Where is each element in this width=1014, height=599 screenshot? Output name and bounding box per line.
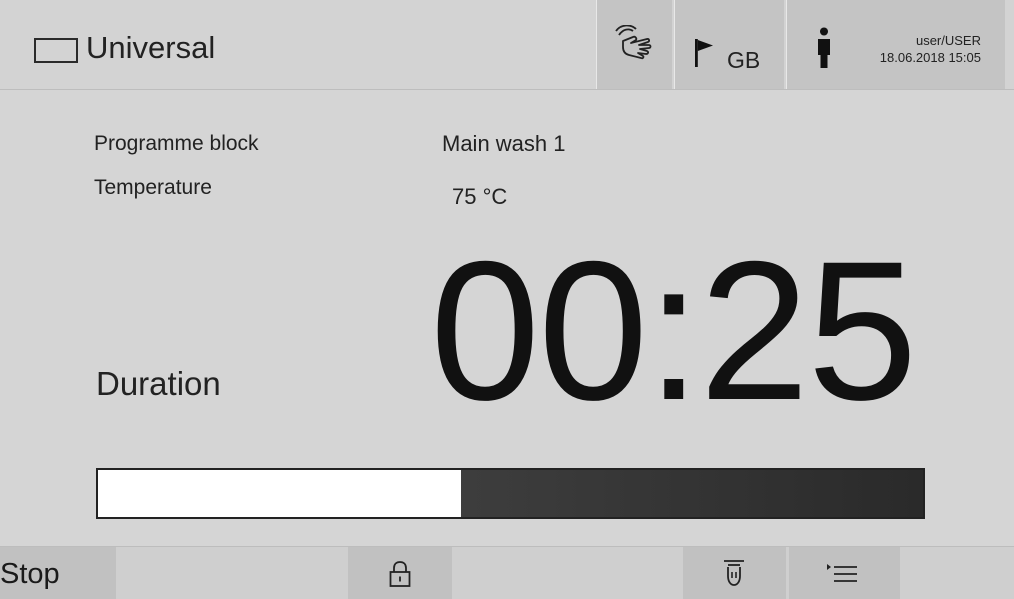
stop-button[interactable]: Stop <box>0 547 116 599</box>
programme-block-value: Main wash 1 <box>442 131 566 156</box>
duration-label: Duration <box>96 365 221 402</box>
menu-button[interactable] <box>789 547 900 599</box>
flag-icon <box>695 39 713 67</box>
rectangle-icon <box>34 37 78 63</box>
user-name: user/USER <box>915 33 981 48</box>
padlock-icon <box>389 561 411 587</box>
header-bar: Universal GB user/USER 18.06.2018 15:05 <box>0 0 1014 90</box>
duration-timer: 00:25 <box>430 220 917 441</box>
footer-bar: Stop <box>0 546 1014 599</box>
language-code: GB <box>727 47 761 73</box>
hand-touch-icon <box>615 25 652 60</box>
spray-arm-button[interactable] <box>683 547 786 599</box>
lock-button[interactable] <box>348 547 452 599</box>
stop-button-label: Stop <box>0 558 60 590</box>
date-time: 18.06.2018 15:05 <box>879 50 981 65</box>
temperature-value: 75 °C <box>452 184 508 209</box>
user-button[interactable]: user/USER 18.06.2018 15:05 <box>786 0 1005 89</box>
program-title-text: Universal <box>86 30 216 65</box>
list-menu-icon <box>827 564 857 582</box>
touch-button[interactable] <box>596 0 672 89</box>
progress-bar <box>96 468 925 519</box>
programme-block-label: Programme block <box>94 132 259 155</box>
program-title: Universal <box>34 28 215 68</box>
person-icon <box>818 27 830 68</box>
language-button[interactable]: GB <box>674 0 784 89</box>
temperature-label: Temperature <box>94 176 212 199</box>
progress-fill <box>98 470 461 517</box>
spray-arm-icon <box>724 560 744 586</box>
